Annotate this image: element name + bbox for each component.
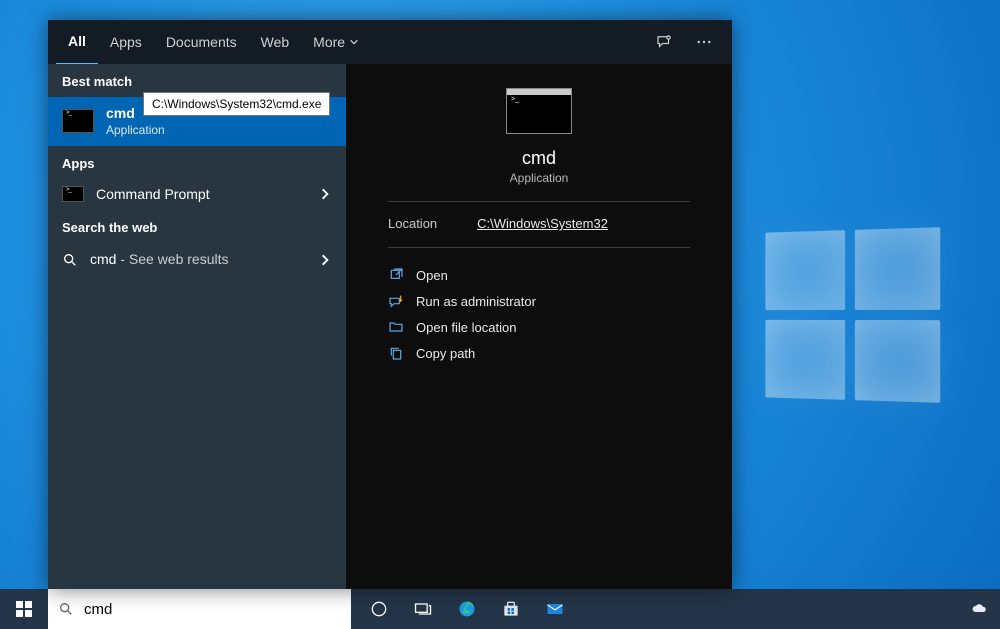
- chevron-right-icon: [318, 187, 332, 201]
- action-open[interactable]: Open: [388, 262, 690, 288]
- section-search-web: Search the web: [48, 210, 346, 243]
- taskbar-search-input[interactable]: [82, 600, 341, 619]
- start-button[interactable]: [0, 589, 48, 629]
- tab-all[interactable]: All: [56, 19, 98, 65]
- action-open-file-location[interactable]: Open file location: [388, 314, 690, 340]
- system-tray: [970, 589, 1000, 629]
- chevron-right-icon: [318, 253, 332, 267]
- action-run-admin[interactable]: Run as administrator: [388, 288, 690, 314]
- result-command-prompt[interactable]: Command Prompt: [48, 179, 346, 211]
- start-search-panel: All Apps Documents Web More Best match C…: [48, 20, 732, 589]
- tooltip: C:\Windows\System32\cmd.exe: [143, 92, 330, 116]
- search-detail-pane: cmd Application Location C:\Windows\Syst…: [346, 64, 732, 589]
- tab-documents[interactable]: Documents: [154, 20, 249, 64]
- windows-icon: [16, 601, 32, 617]
- action-label: Run as administrator: [416, 294, 536, 309]
- windows-logo-wallpaper: [765, 227, 940, 403]
- onedrive-icon[interactable]: [970, 600, 988, 618]
- folder-icon: [388, 319, 404, 335]
- result-title: cmd: [90, 251, 116, 267]
- action-copy-path[interactable]: Copy path: [388, 340, 690, 366]
- taskbar-search-box[interactable]: [48, 589, 351, 629]
- section-apps: Apps: [48, 146, 346, 179]
- tab-more-label: More: [313, 34, 345, 50]
- taskbar: [0, 589, 1000, 629]
- cmd-icon: [62, 186, 84, 202]
- detail-subtitle: Application: [388, 171, 690, 185]
- meta-value-location[interactable]: C:\Windows\System32: [477, 216, 608, 231]
- cmd-icon: [62, 109, 94, 133]
- shield-icon: [388, 293, 404, 309]
- separator: [388, 201, 690, 202]
- open-icon: [388, 267, 404, 283]
- result-subtitle: Application: [106, 123, 332, 138]
- store-icon[interactable]: [489, 589, 533, 629]
- tab-apps[interactable]: Apps: [98, 20, 154, 64]
- taskbar-pinned-icons: [357, 589, 577, 629]
- detail-title: cmd: [388, 148, 690, 169]
- result-suffix: - See web results: [116, 251, 228, 267]
- cortana-icon[interactable]: [357, 589, 401, 629]
- result-web-cmd[interactable]: cmd - See web results: [48, 243, 346, 277]
- meta-label: Location: [388, 216, 437, 231]
- search-tabs-bar: All Apps Documents Web More: [48, 20, 732, 64]
- mail-icon[interactable]: [533, 589, 577, 629]
- search-icon: [58, 601, 74, 617]
- detail-location-row: Location C:\Windows\System32: [388, 216, 690, 231]
- separator: [388, 247, 690, 248]
- detail-actions: Open Run as administrator Open file loca…: [388, 262, 690, 366]
- search-icon: [62, 252, 78, 268]
- action-label: Copy path: [416, 346, 475, 361]
- more-options-icon[interactable]: [684, 22, 724, 62]
- copy-icon: [388, 345, 404, 361]
- action-label: Open file location: [416, 320, 516, 335]
- chevron-down-icon: [349, 37, 359, 47]
- result-title: Command Prompt: [96, 186, 306, 204]
- tab-web[interactable]: Web: [249, 20, 302, 64]
- task-view-icon[interactable]: [401, 589, 445, 629]
- action-label: Open: [416, 268, 448, 283]
- edge-icon[interactable]: [445, 589, 489, 629]
- feedback-icon[interactable]: [644, 22, 684, 62]
- search-results-list: Best match C:\Windows\System32\cmd.exe c…: [48, 64, 346, 589]
- tab-more[interactable]: More: [301, 20, 371, 64]
- detail-cmd-icon: [506, 88, 572, 134]
